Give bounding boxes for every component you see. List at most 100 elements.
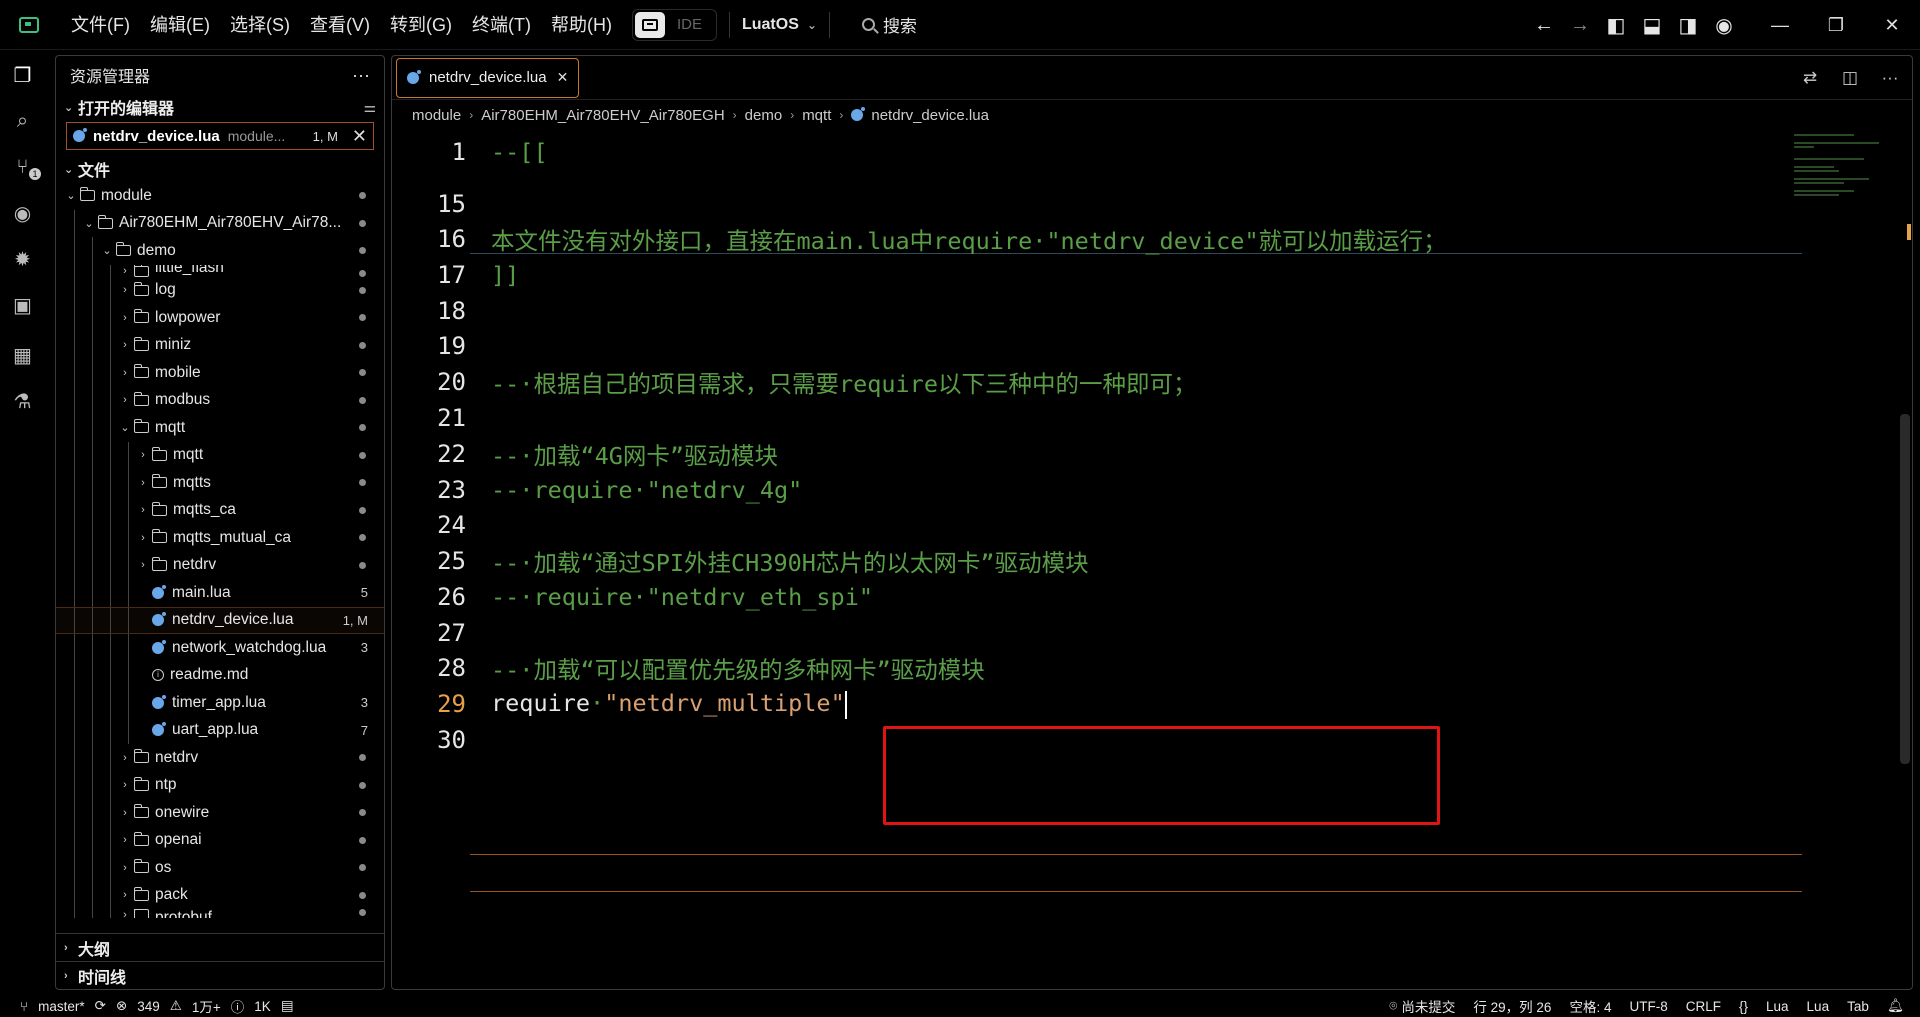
breadcrumb-item[interactable]: demo: [745, 107, 783, 124]
branch-name[interactable]: master*: [38, 999, 85, 1014]
breadcrumb-item[interactable]: mqtt: [802, 107, 831, 124]
tab-netdrv-device[interactable]: netdrv_device.lua ✕: [396, 57, 580, 98]
vertical-scrollbar[interactable]: [1898, 134, 1912, 989]
tree-item[interactable]: › ntp: [56, 771, 384, 799]
indentation[interactable]: 空格: 4: [1569, 996, 1611, 1016]
code-view[interactable]: 1 --[[15 16 本文件没有对外接口，直接在main.lua中require·"…: [392, 134, 1802, 989]
tree-item[interactable]: › mqtts: [56, 469, 384, 497]
files-section[interactable]: ⌄ 文件: [56, 156, 384, 182]
tree-item[interactable]: › pack: [56, 881, 384, 909]
tree-item[interactable]: ⌄ demo: [56, 237, 384, 265]
encoding[interactable]: UTF-8: [1629, 999, 1667, 1014]
language-mode[interactable]: Lua: [1766, 999, 1789, 1014]
extensions-icon[interactable]: ▦: [0, 332, 45, 378]
lua-status[interactable]: Lua: [1807, 999, 1830, 1014]
breadcrumb-item[interactable]: Air780EHM_Air780EHV_Air780EGH: [481, 107, 724, 124]
sync-icon[interactable]: ⟳: [95, 998, 106, 1014]
restore-icon[interactable]: ❐: [1808, 0, 1864, 50]
scrollbar-thumb[interactable]: [1900, 414, 1910, 764]
tree-item[interactable]: › onewire: [56, 799, 384, 827]
outline-section[interactable]: › 大纲: [56, 933, 384, 961]
search-view-icon[interactable]: ⌕: [0, 98, 45, 144]
testing-flask-icon[interactable]: ⚗: [0, 378, 45, 424]
end-of-line[interactable]: CRLF: [1686, 999, 1721, 1014]
error-icon: ⊗: [115, 998, 128, 1013]
indent-guide: [92, 276, 93, 304]
close-icon[interactable]: ✕: [557, 69, 569, 86]
open-editor-item[interactable]: netdrv_device.lua module... 1, M ✕: [66, 122, 374, 150]
ide-label[interactable]: IDE: [665, 16, 714, 33]
tree-item[interactable]: › lowpower: [56, 304, 384, 332]
close-icon[interactable]: ✕: [352, 126, 367, 147]
settings-sliders-icon[interactable]: ⚌: [363, 99, 376, 116]
info-count[interactable]: 1K: [254, 999, 271, 1014]
split-editor-icon[interactable]: ◫: [1836, 68, 1864, 88]
tree-item[interactable]: › modbus: [56, 386, 384, 414]
ide-toggle[interactable]: IDE: [631, 8, 717, 41]
compare-changes-icon[interactable]: ⇄: [1796, 68, 1824, 88]
warning-count[interactable]: 1万+: [192, 996, 221, 1016]
tree-item-label: readme.md: [170, 666, 249, 684]
debug-bug-icon[interactable]: ✹: [0, 236, 45, 282]
ide-mode-button[interactable]: [634, 11, 665, 38]
tree-item[interactable]: › netdrv: [56, 744, 384, 772]
braces-icon[interactable]: {}: [1739, 999, 1748, 1014]
tree-item[interactable]: uart_app.lua 7: [56, 716, 384, 744]
indent-guide: [110, 386, 111, 414]
minimize-icon[interactable]: —: [1752, 0, 1808, 50]
breadcrumb-item[interactable]: module: [412, 107, 461, 124]
ports-icon[interactable]: ▤: [281, 998, 294, 1014]
tree-item[interactable]: i readme.md: [56, 661, 384, 689]
tree-item[interactable]: › log: [56, 276, 384, 304]
tree-item[interactable]: ⌄ mqtt: [56, 414, 384, 442]
back-arrow-icon[interactable]: ←: [1526, 0, 1562, 50]
explorer-icon[interactable]: ❐: [0, 52, 45, 98]
uncommitted-status[interactable]: 尚未提交: [1401, 996, 1455, 1016]
error-count[interactable]: 349: [137, 999, 160, 1014]
tree-item[interactable]: › miniz: [56, 331, 384, 359]
tree-item[interactable]: › os: [56, 854, 384, 882]
toggle-panel-icon[interactable]: ⬓: [1634, 0, 1670, 50]
toggle-primary-sidebar-icon[interactable]: ◧: [1598, 0, 1634, 50]
breadcrumb-item[interactable]: netdrv_device.lua: [871, 107, 989, 124]
tree-item[interactable]: ⌄ module: [56, 182, 384, 210]
tree-item[interactable]: main.lua 5: [56, 579, 384, 607]
source-control-icon[interactable]: ⑂ 1: [0, 144, 45, 190]
menu-item-0[interactable]: 文件(F): [61, 0, 140, 50]
tree-item[interactable]: › netdrv: [56, 551, 384, 579]
open-editors-section[interactable]: ⌄ 打开的编辑器 ⚌: [56, 94, 384, 120]
tree-item[interactable]: › mqtt: [56, 441, 384, 469]
menu-item-4[interactable]: 转到(G): [380, 0, 462, 50]
tab-mode[interactable]: Tab: [1847, 999, 1869, 1014]
timeline-section[interactable]: › 时间线: [56, 961, 384, 989]
forward-arrow-icon[interactable]: →: [1562, 0, 1598, 50]
close-window-icon[interactable]: ✕: [1864, 0, 1920, 50]
watch-eye-icon[interactable]: ◉: [0, 190, 45, 236]
tree-item[interactable]: ⌄ Air780EHM_Air780EHV_Air78...: [56, 209, 384, 237]
tree-item[interactable]: › openai: [56, 826, 384, 854]
toggle-secondary-sidebar-icon[interactable]: ◨: [1670, 0, 1706, 50]
tree-item[interactable]: › mobile: [56, 359, 384, 387]
tree-item[interactable]: › mqtts_ca: [56, 496, 384, 524]
menu-item-5[interactable]: 终端(T): [462, 0, 541, 50]
menu-item-3[interactable]: 查看(V): [300, 0, 380, 50]
more-actions-icon[interactable]: ···: [352, 65, 370, 86]
tree-item[interactable]: › protobuf: [56, 909, 384, 918]
more-actions-icon[interactable]: ···: [1876, 68, 1904, 88]
project-selector[interactable]: LuatOS ⌄: [742, 16, 817, 34]
account-icon[interactable]: ◉: [1706, 0, 1742, 50]
tree-item[interactable]: timer_app.lua 3: [56, 689, 384, 717]
tree-item[interactable]: › mqtts_mutual_ca: [56, 524, 384, 552]
menu-item-2[interactable]: 选择(S): [220, 0, 300, 50]
indent-guide: [128, 441, 129, 469]
command-search[interactable]: 搜索: [861, 12, 917, 37]
cursor-position[interactable]: 行 29，列 26: [1473, 996, 1551, 1016]
menu-item-6[interactable]: 帮助(H): [541, 0, 622, 50]
tree-item[interactable]: netdrv_device.lua 1, M: [56, 606, 384, 634]
menu-item-1[interactable]: 编辑(E): [140, 0, 220, 50]
minimap[interactable]: [1794, 134, 1894, 204]
remote-monitor-icon[interactable]: ▣: [0, 282, 45, 328]
bell-icon[interactable]: 🔔︎: [1887, 998, 1904, 1014]
tree-item[interactable]: network_watchdog.lua 3: [56, 634, 384, 662]
tree-item[interactable]: › little_flash: [56, 264, 384, 277]
